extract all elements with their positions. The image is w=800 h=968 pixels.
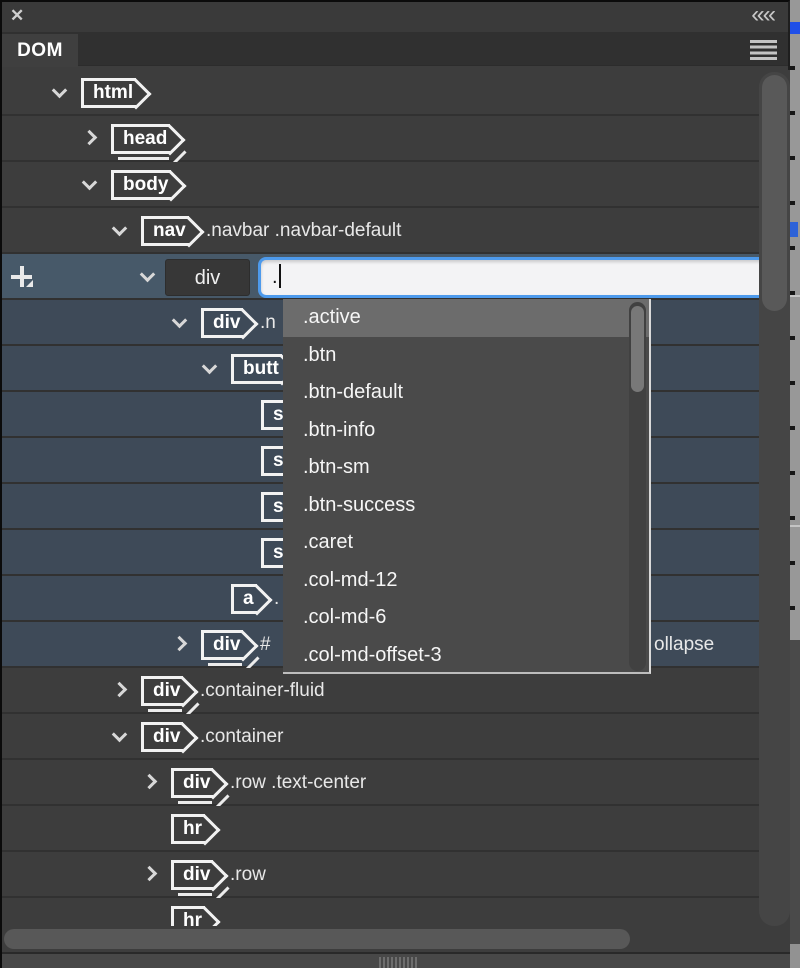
element-tag-div[interactable]: div: [201, 630, 243, 660]
class-suggestion-item[interactable]: .active: [283, 299, 649, 337]
collapse-chevron-icon[interactable]: [202, 359, 218, 375]
close-icon[interactable]: ✕: [10, 6, 24, 26]
collapse-chevron-icon[interactable]: [112, 221, 128, 237]
element-classes-label: .container-fluid: [200, 680, 325, 702]
class-suggestion-item[interactable]: .col-md-6: [283, 599, 649, 637]
dom-tree-row-div-rowtext-center[interactable]: div .row .text-center: [2, 760, 790, 806]
element-tag-div[interactable]: div: [171, 768, 213, 798]
expand-chevron-icon[interactable]: [142, 866, 158, 882]
dom-panel: ✕ «« DOM html head body nav .navbar .navbar-…: [0, 0, 790, 968]
dom-tree-row-div-container-fluid[interactable]: div .container-fluid: [2, 668, 790, 714]
stacked-children-indicator: [208, 663, 242, 666]
element-classes-label: .row: [230, 864, 266, 886]
element-tag-div[interactable]: div: [141, 722, 183, 752]
element-tag-hr[interactable]: hr: [171, 814, 205, 844]
dom-tree-row-head[interactable]: head: [2, 116, 790, 162]
tag-name-input[interactable]: div: [165, 259, 250, 296]
panel-titlebar: ✕ ««: [2, 2, 788, 32]
expand-chevron-icon[interactable]: [140, 267, 156, 283]
element-tag-div[interactable]: div: [171, 860, 213, 890]
dom-tree-row-nav-navbarnavbar-default[interactable]: nav .navbar .navbar-default: [2, 208, 790, 254]
element-tag-butt[interactable]: butt: [231, 354, 282, 384]
collapse-chevron-icon[interactable]: [112, 727, 128, 743]
class-suggestion-item[interactable]: .btn: [283, 337, 649, 375]
element-tag-div[interactable]: div: [141, 676, 183, 706]
horizontal-scrollbar-thumb[interactable]: [4, 929, 630, 949]
element-tag-nav[interactable]: nav: [141, 216, 189, 246]
class-suggestion-item[interactable]: .btn-info: [283, 412, 649, 450]
collapse-chevron-icon[interactable]: [172, 313, 188, 329]
element-classes-label-fragment: ollapse: [654, 634, 714, 656]
element-tag-head[interactable]: head: [111, 124, 170, 154]
expand-chevron-icon[interactable]: [112, 682, 128, 698]
expand-chevron-icon[interactable]: [82, 130, 98, 146]
vertical-scrollbar-thumb[interactable]: [762, 75, 787, 311]
collapse-chevron-icon[interactable]: [82, 175, 98, 191]
collapse-panel-icon[interactable]: ««: [751, 1, 774, 29]
dropdown-scrollbar-thumb[interactable]: [631, 306, 644, 392]
expand-chevron-icon[interactable]: [172, 636, 188, 652]
class-suggestion-dropdown: .active.btn.btn-default.btn-info.btn-sm.…: [283, 299, 651, 674]
class-suggestion-item[interactable]: .btn-success: [283, 487, 649, 525]
horizontal-scrollbar-track[interactable]: [2, 926, 790, 952]
stacked-children-indicator: [178, 801, 212, 804]
element-tag-html[interactable]: html: [81, 78, 136, 108]
dom-tree-row-html[interactable]: html: [2, 70, 790, 116]
new-element-editor-row[interactable]: div.: [2, 254, 790, 300]
class-suggestion-item[interactable]: .col-md-12: [283, 562, 649, 600]
stacked-children-indicator: [118, 157, 169, 160]
stacked-children-indicator: [148, 709, 182, 712]
class-input-value: .: [272, 266, 278, 288]
panel-menu-icon[interactable]: [750, 40, 777, 60]
dom-tree-row-hr[interactable]: hr: [2, 806, 790, 852]
element-classes-label: .container: [200, 726, 283, 748]
class-suggestion-item[interactable]: .col-md-offset-3: [283, 637, 649, 675]
tab-dom[interactable]: DOM: [2, 34, 78, 67]
panel-resize-strip: [2, 954, 790, 968]
element-classes-label: .row .text-center: [230, 772, 366, 794]
dom-tree-row-hr[interactable]: hr: [2, 898, 790, 926]
element-classes-label: .: [274, 588, 279, 610]
add-element-menu-arrow[interactable]: [26, 280, 33, 287]
resize-grip-handle[interactable]: [379, 957, 418, 968]
collapse-chevron-icon[interactable]: [52, 83, 68, 99]
class-suggestion-item[interactable]: .caret: [283, 524, 649, 562]
dom-tree-row-div-container[interactable]: div .container: [2, 714, 790, 760]
class-suggestion-item[interactable]: .btn-sm: [283, 449, 649, 487]
class-input[interactable]: .: [258, 257, 782, 298]
element-tag-hr[interactable]: hr: [171, 906, 205, 926]
element-tag-div[interactable]: div: [201, 308, 243, 338]
element-classes-label: .n: [260, 312, 276, 334]
element-classes-label: #: [260, 634, 271, 656]
element-tag-body[interactable]: body: [111, 170, 171, 200]
class-suggestion-item[interactable]: .btn-default: [283, 374, 649, 412]
element-classes-label: .navbar .navbar-default: [206, 220, 401, 242]
text-caret: [279, 264, 282, 288]
element-tag-a[interactable]: a: [231, 584, 257, 614]
dom-tree-row-body[interactable]: body: [2, 162, 790, 208]
expand-chevron-icon[interactable]: [142, 774, 158, 790]
dom-tree-row-div-row[interactable]: div .row: [2, 852, 790, 898]
dom-panel-screen: ✕ «« DOM html head body nav .navbar .navbar-…: [0, 0, 800, 968]
panel-tabbar: DOM: [2, 32, 788, 66]
stacked-children-indicator: [178, 893, 212, 896]
